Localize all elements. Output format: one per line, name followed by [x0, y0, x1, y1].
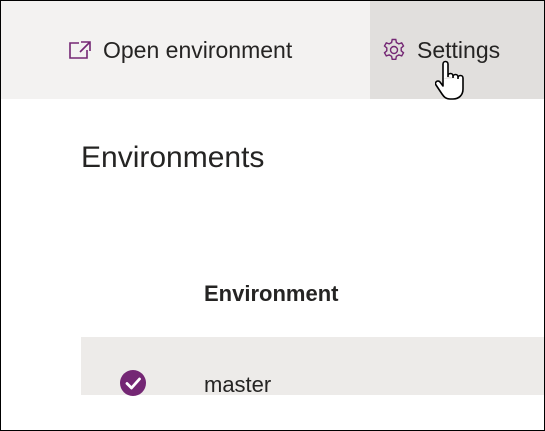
page-title: Environments [81, 141, 265, 174]
check-circle-icon[interactable] [117, 367, 149, 399]
open-in-new-icon [67, 39, 93, 61]
environment-name[interactable]: master [204, 372, 271, 398]
environments-panel: Open environment Settings Environments E… [0, 0, 545, 431]
table-row[interactable] [81, 337, 544, 395]
hand-pointer-icon [434, 59, 465, 106]
open-environment-label: Open environment [103, 36, 293, 63]
gear-icon [381, 37, 407, 63]
column-header-environment[interactable]: Environment [204, 281, 338, 307]
open-environment-button[interactable]: Open environment [67, 1, 302, 99]
